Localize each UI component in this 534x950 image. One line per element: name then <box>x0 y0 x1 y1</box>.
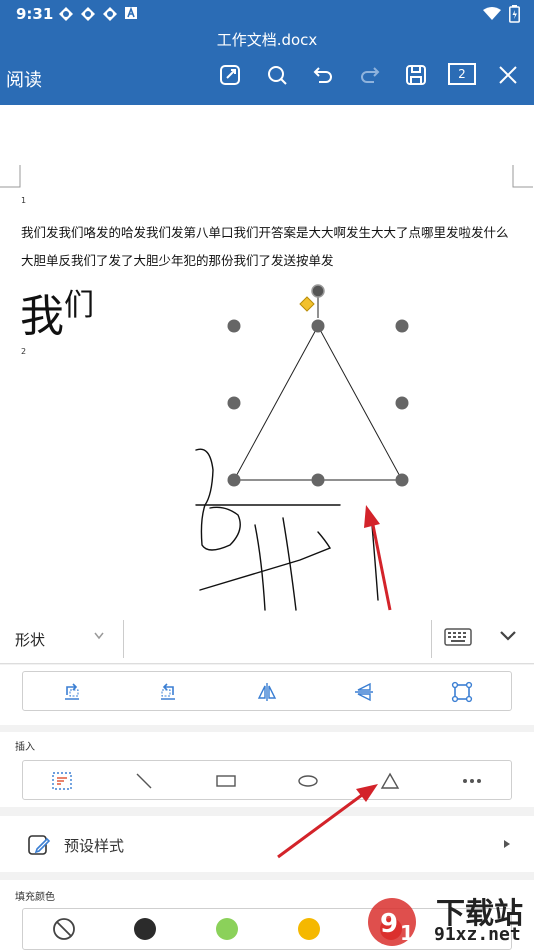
svg-text:9: 9 <box>380 909 398 939</box>
annotation-overlay <box>277 784 378 859</box>
watermark-logo: 9 1 下载站 91xz.net <box>364 888 534 950</box>
annotation-arrow <box>277 784 378 859</box>
svg-text:1: 1 <box>400 921 414 945</box>
watermark-url: 91xz.net <box>434 924 521 945</box>
